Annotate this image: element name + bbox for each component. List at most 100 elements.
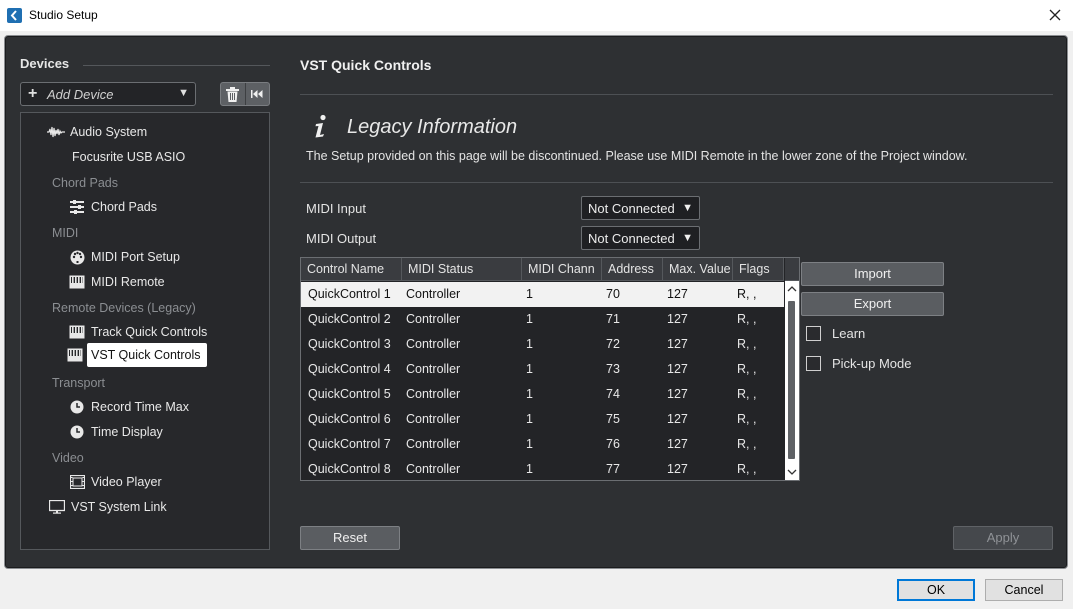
table-cell[interactable]: Controller bbox=[402, 332, 522, 357]
table-row[interactable]: QuickControl 3 Controller 1 72 127 R, , bbox=[301, 332, 784, 357]
table-cell[interactable]: 77 bbox=[602, 457, 663, 480]
table-cell[interactable]: 76 bbox=[602, 432, 663, 457]
table-cell[interactable]: Controller bbox=[402, 357, 522, 382]
table-cell[interactable]: Controller bbox=[402, 407, 522, 432]
column-header-control-name[interactable]: Control Name bbox=[301, 258, 402, 281]
reset-device-button[interactable] bbox=[244, 83, 269, 105]
table-cell[interactable]: QuickControl 3 bbox=[304, 332, 402, 357]
table-cell[interactable]: 127 bbox=[663, 357, 733, 382]
table-cell[interactable]: 127 bbox=[663, 432, 733, 457]
column-header-max-value[interactable]: Max. Value bbox=[663, 258, 733, 281]
column-header-midi-status[interactable]: MIDI Status bbox=[402, 258, 522, 281]
table-cell[interactable]: 75 bbox=[602, 407, 663, 432]
table-cell[interactable]: 1 bbox=[522, 307, 602, 332]
tree-item-record-time-max[interactable]: Record Time Max bbox=[68, 397, 189, 417]
scroll-down-icon[interactable] bbox=[787, 467, 797, 477]
scroll-thumb[interactable] bbox=[788, 301, 795, 459]
table-cell[interactable]: R, , bbox=[733, 407, 784, 432]
table-cell[interactable]: 127 bbox=[663, 282, 733, 307]
table-cell[interactable]: 127 bbox=[663, 307, 733, 332]
table-cell[interactable]: 127 bbox=[663, 407, 733, 432]
table-cell[interactable]: 1 bbox=[522, 457, 602, 480]
table-cell[interactable]: 1 bbox=[522, 332, 602, 357]
midi-output-select[interactable]: Not Connected ▼ bbox=[581, 226, 700, 250]
table-row[interactable]: QuickControl 6 Controller 1 75 127 R, , bbox=[301, 407, 784, 432]
info-icon bbox=[310, 114, 332, 140]
table-row[interactable]: QuickControl 8 Controller 1 77 127 R, , bbox=[301, 457, 784, 480]
tree-item-vst-quick-controls-selected[interactable]: VST Quick Controls bbox=[67, 343, 207, 367]
tree-item-time-display[interactable]: Time Display bbox=[68, 422, 163, 442]
table-cell[interactable]: QuickControl 6 bbox=[304, 407, 402, 432]
pickup-mode-row[interactable]: Pick-up Mode bbox=[806, 356, 911, 371]
tree-item-focusrite-usb-asio[interactable]: Focusrite USB ASIO bbox=[72, 147, 185, 167]
table-row[interactable]: QuickControl 1 Controller 1 70 127 R, , bbox=[301, 282, 784, 307]
pickup-mode-checkbox[interactable] bbox=[806, 356, 821, 371]
table-cell[interactable]: Controller bbox=[402, 282, 522, 307]
ok-button[interactable]: OK bbox=[897, 579, 975, 601]
table-cell[interactable]: 74 bbox=[602, 382, 663, 407]
table-cell[interactable]: R, , bbox=[733, 307, 784, 332]
table-cell[interactable]: 1 bbox=[522, 282, 602, 307]
import-button[interactable]: Import bbox=[801, 262, 944, 286]
tree-item-label: MIDI Port Setup bbox=[91, 250, 180, 264]
tree-item-audio-system[interactable]: Audio System bbox=[47, 122, 147, 142]
add-device-dropdown[interactable]: + Add Device ▼ bbox=[20, 82, 196, 106]
table-cell[interactable]: 1 bbox=[522, 357, 602, 382]
table-cell[interactable]: 127 bbox=[663, 332, 733, 357]
export-button[interactable]: Export bbox=[801, 292, 944, 316]
table-cell[interactable]: QuickControl 2 bbox=[304, 307, 402, 332]
midi-input-select[interactable]: Not Connected ▼ bbox=[581, 196, 700, 220]
table-cell[interactable]: 71 bbox=[602, 307, 663, 332]
table-cell[interactable]: R, , bbox=[733, 332, 784, 357]
column-header-midi-channel[interactable]: MIDI Chann bbox=[522, 258, 602, 281]
legacy-information-text: The Setup provided on this page will be … bbox=[306, 149, 968, 163]
learn-checkbox[interactable] bbox=[806, 326, 821, 341]
table-cell[interactable]: QuickControl 7 bbox=[304, 432, 402, 457]
table-cell[interactable]: 72 bbox=[602, 332, 663, 357]
tree-item-vst-system-link[interactable]: VST System Link bbox=[48, 497, 167, 517]
table-cell[interactable]: 127 bbox=[663, 457, 733, 480]
window-close-icon[interactable] bbox=[1045, 5, 1065, 25]
tree-item-chord-pads[interactable]: Chord Pads bbox=[68, 197, 157, 217]
table-cell[interactable]: Controller bbox=[402, 382, 522, 407]
table-cell[interactable]: 127 bbox=[663, 382, 733, 407]
scroll-up-icon[interactable] bbox=[787, 284, 797, 294]
table-cell[interactable]: 70 bbox=[602, 282, 663, 307]
tree-item-track-quick-controls[interactable]: Track Quick Controls bbox=[68, 322, 207, 342]
learn-row[interactable]: Learn bbox=[806, 326, 865, 341]
table-cell[interactable]: Controller bbox=[402, 457, 522, 480]
table-cell[interactable]: 1 bbox=[522, 432, 602, 457]
table-row[interactable]: QuickControl 5 Controller 1 74 127 R, , bbox=[301, 382, 784, 407]
table-cell[interactable]: QuickControl 4 bbox=[304, 357, 402, 382]
table-cell[interactable]: R, , bbox=[733, 432, 784, 457]
table-cell[interactable]: QuickControl 8 bbox=[304, 457, 402, 480]
table-cell[interactable]: 73 bbox=[602, 357, 663, 382]
skip-back-icon bbox=[251, 90, 263, 98]
table-cell[interactable]: R, , bbox=[733, 282, 784, 307]
table-cell[interactable]: R, , bbox=[733, 382, 784, 407]
table-row[interactable]: QuickControl 2 Controller 1 71 127 R, , bbox=[301, 307, 784, 332]
table-cell[interactable]: 1 bbox=[522, 382, 602, 407]
table-cell[interactable]: Controller bbox=[402, 307, 522, 332]
table-cell[interactable]: Controller bbox=[402, 432, 522, 457]
column-header-address[interactable]: Address bbox=[602, 258, 663, 281]
tree-item-video-player[interactable]: Video Player bbox=[68, 472, 162, 492]
table-cell[interactable]: QuickControl 1 bbox=[304, 282, 402, 307]
device-actions bbox=[220, 82, 270, 106]
table-cell[interactable]: R, , bbox=[733, 357, 784, 382]
table-cell[interactable]: QuickControl 5 bbox=[304, 382, 402, 407]
table-cell[interactable]: 1 bbox=[522, 407, 602, 432]
delete-device-button[interactable] bbox=[221, 83, 245, 105]
apply-button[interactable]: Apply bbox=[953, 526, 1053, 550]
tree-item-midi-port-setup[interactable]: MIDI Port Setup bbox=[68, 247, 180, 267]
table-scrollbar[interactable] bbox=[785, 281, 799, 480]
column-header-flags[interactable]: Flags bbox=[733, 258, 784, 281]
table-row[interactable]: QuickControl 7 Controller 1 76 127 R, , bbox=[301, 432, 784, 457]
table-cell[interactable]: R, , bbox=[733, 457, 784, 480]
table-row[interactable]: QuickControl 4 Controller 1 73 127 R, , bbox=[301, 357, 784, 382]
cancel-button[interactable]: Cancel bbox=[985, 579, 1063, 601]
tree-item-midi-remote[interactable]: MIDI Remote bbox=[68, 272, 165, 292]
reset-button[interactable]: Reset bbox=[300, 526, 400, 550]
add-device-label: Add Device bbox=[47, 86, 114, 102]
quick-controls-table: Control Name MIDI Status MIDI Chann Addr… bbox=[300, 257, 800, 481]
